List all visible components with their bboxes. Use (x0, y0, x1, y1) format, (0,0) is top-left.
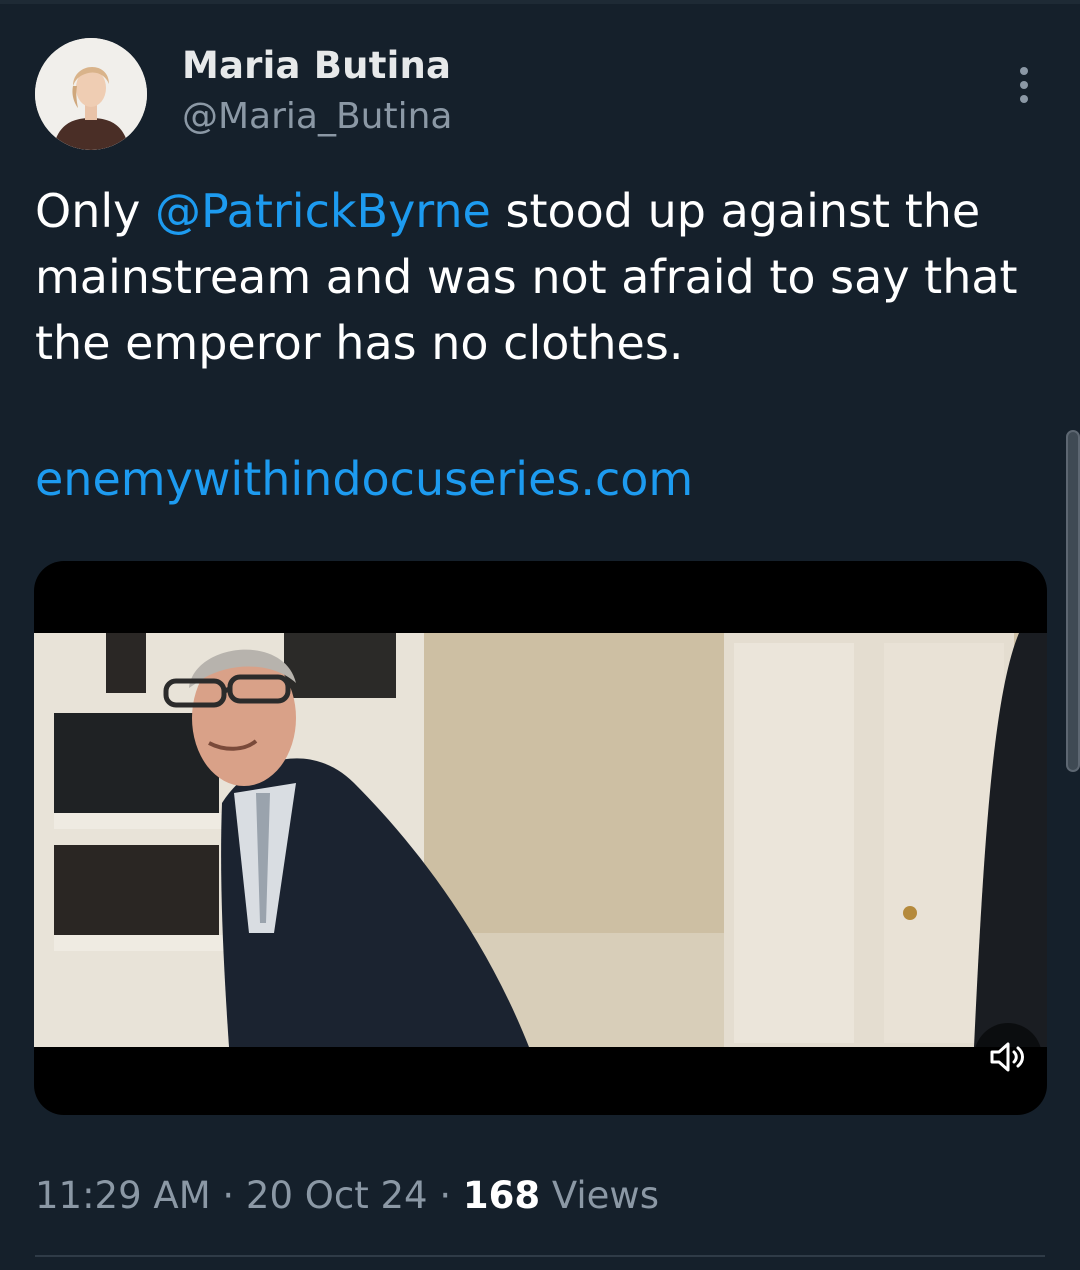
more-options-icon[interactable] (1004, 62, 1044, 108)
author-handle[interactable]: @Maria_Butina (182, 96, 453, 137)
tweet-metadata: 11:29 AM · 20 Oct 24 · 168 Views (35, 1174, 659, 1217)
tweet-text: Only @PatrickByrne stood up against the … (35, 178, 1055, 376)
scrollbar[interactable] (1066, 430, 1080, 772)
mention-link[interactable]: @PatrickByrne (155, 184, 491, 238)
tweet-detail-view: Maria Butina @Maria_Butina Only @Patrick… (0, 0, 1080, 1270)
top-divider (0, 0, 1080, 4)
tweet-text-start: Only (35, 184, 155, 238)
meta-separator: · (427, 1174, 463, 1217)
tweet-date[interactable]: 20 Oct 24 (246, 1174, 428, 1217)
mute-button[interactable] (974, 1023, 1042, 1091)
tweet-time[interactable]: 11:29 AM (35, 1174, 211, 1217)
volume-muted-icon (990, 1042, 1024, 1072)
author-name[interactable]: Maria Butina (182, 44, 451, 87)
views-count[interactable]: 168 (463, 1174, 540, 1217)
meta-separator: · (210, 1174, 246, 1217)
video-frame (34, 633, 1047, 1047)
avatar[interactable] (35, 38, 147, 150)
external-link[interactable]: enemywithindocuseries.com (35, 446, 693, 512)
avatar-portrait (35, 38, 147, 150)
bottom-divider (35, 1255, 1045, 1257)
video-player[interactable] (34, 561, 1047, 1115)
views-label[interactable]: Views (540, 1174, 659, 1217)
